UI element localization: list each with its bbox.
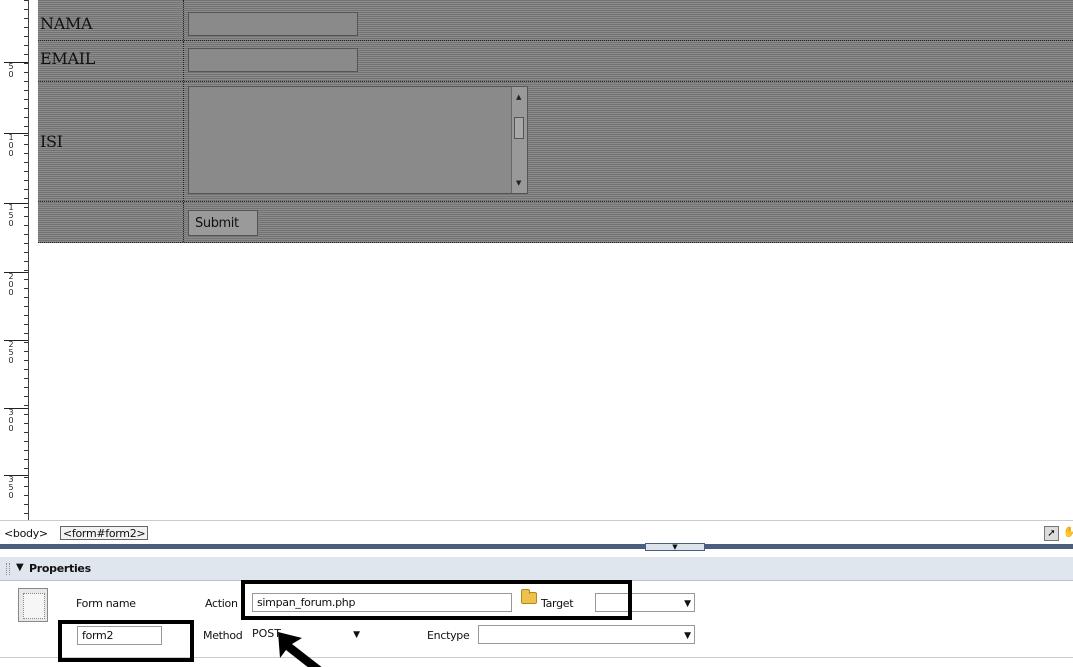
method-label: Method (203, 629, 243, 642)
ruler-label: 1 5 0 (8, 203, 14, 228)
panel-divider[interactable]: ▼ (0, 543, 1073, 551)
table-row-submit[interactable]: Submit (38, 202, 1073, 243)
label-cell[interactable]: ISI (38, 82, 184, 201)
action-label: Action (205, 597, 238, 610)
form-table[interactable]: NAMA EMAIL ISI ▲ ▼ Submit (38, 0, 1073, 243)
scroll-up-icon[interactable]: ▲ (516, 94, 522, 101)
hand-icon[interactable]: ✋ (1063, 526, 1073, 541)
vertical-ruler: 5 0 1 0 0 1 5 0 2 0 0 2 5 0 3 0 0 3 5 0 (0, 0, 29, 520)
table-row-nama[interactable]: NAMA (38, 0, 1073, 41)
scroll-thumb[interactable] (514, 117, 524, 139)
enctype-label: Enctype (427, 629, 470, 642)
nama-label: NAMA (40, 14, 93, 33)
ruler-label: 2 5 0 (8, 340, 14, 365)
isi-label: ISI (40, 132, 63, 151)
isi-textarea[interactable]: ▲ ▼ (188, 86, 528, 194)
body-tag[interactable]: <body> (4, 527, 48, 540)
textarea-scrollbar[interactable]: ▲ ▼ (511, 87, 527, 193)
ruler-label: 1 0 0 (8, 133, 14, 158)
form-tag[interactable]: <form#form2> (60, 526, 149, 540)
triangle-down-icon[interactable]: ▼ (16, 562, 24, 573)
form-name-highlight-box (58, 620, 194, 662)
ruler-label: 5 0 (8, 62, 14, 79)
grip-icon[interactable] (6, 563, 10, 575)
scroll-down-icon[interactable]: ▼ (516, 180, 522, 187)
email-label: EMAIL (40, 49, 96, 68)
enctype-select[interactable]: ▼ (478, 625, 695, 644)
ruler-label: 3 5 0 (8, 475, 14, 500)
email-text-field[interactable] (188, 48, 358, 72)
collapse-panel-button[interactable]: ▼ (645, 543, 705, 551)
label-cell[interactable] (38, 202, 184, 242)
label-cell[interactable]: EMAIL (38, 41, 184, 81)
arrow-shape (278, 632, 322, 667)
action-highlight-box (241, 580, 632, 620)
properties-title: Properties (29, 562, 91, 575)
nama-text-field[interactable] (188, 12, 358, 36)
form-icon (18, 588, 48, 622)
properties-header[interactable]: ▼ Properties (0, 557, 1073, 581)
tag-selector-bar: <body> <form#form2> ➚ ✋ (0, 520, 1073, 546)
arrow-icon (278, 632, 322, 667)
method-value: POST (252, 627, 281, 640)
table-row-isi[interactable]: ISI ▲ ▼ (38, 82, 1073, 202)
ruler-label: 3 0 0 (8, 408, 14, 433)
label-cell[interactable]: NAMA (38, 0, 184, 40)
table-row-email[interactable]: EMAIL (38, 41, 1073, 82)
pointer-icon[interactable]: ➚ (1044, 526, 1059, 541)
submit-button[interactable]: Submit (188, 210, 258, 236)
chevron-down-icon: ▼ (684, 631, 691, 641)
design-canvas[interactable]: 5 0 1 0 0 1 5 0 2 0 0 2 5 0 3 0 0 3 5 0 … (0, 0, 1073, 520)
ruler-label: 2 0 0 (8, 272, 14, 297)
chevron-down-icon: ▼ (684, 599, 691, 609)
form-name-label: Form name (76, 597, 136, 610)
